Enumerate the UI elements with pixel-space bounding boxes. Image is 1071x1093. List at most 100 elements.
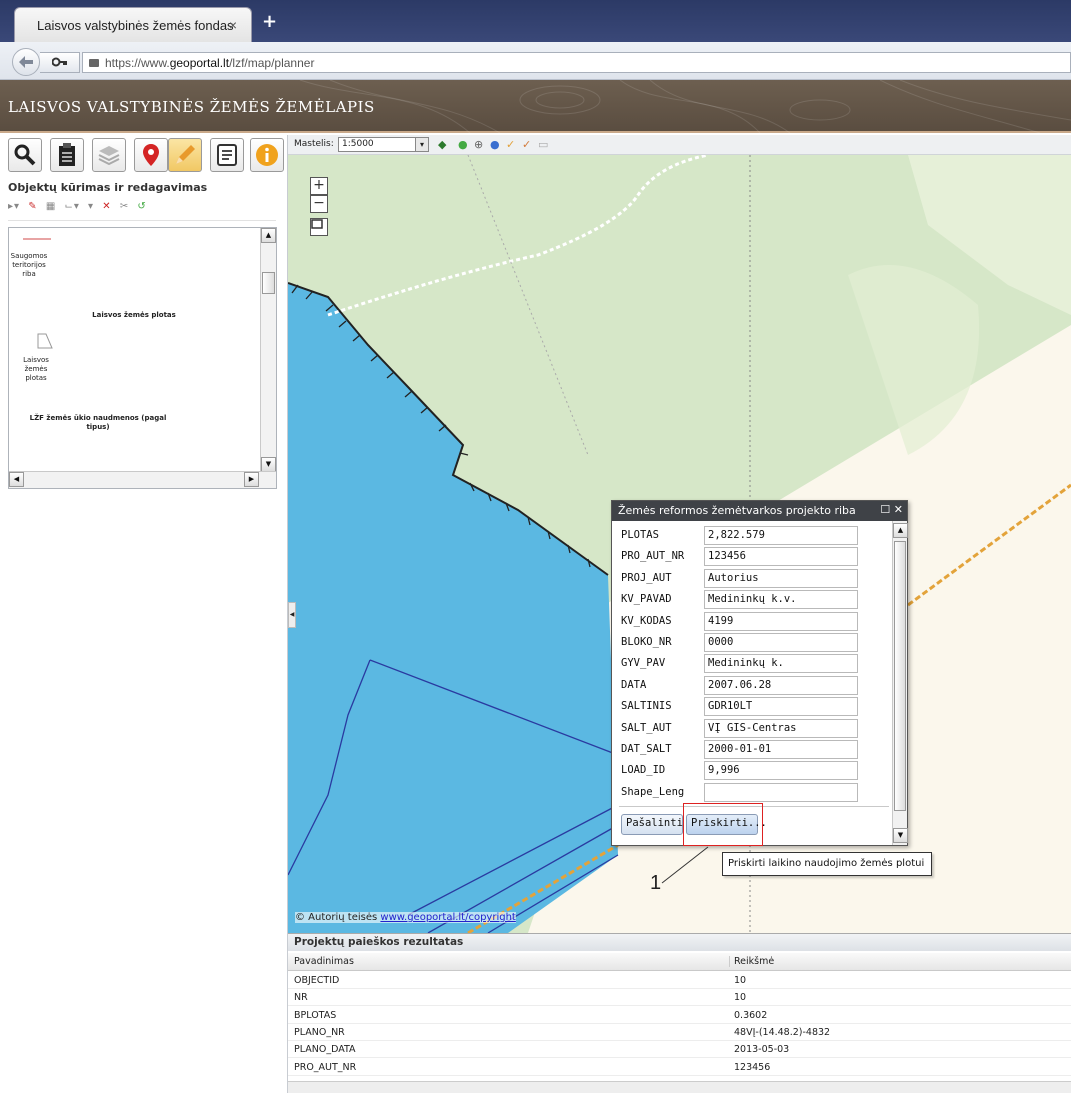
edit-tool-button[interactable] [168, 138, 202, 172]
identify-icon[interactable]: ● [490, 138, 500, 151]
pan-icon[interactable]: ⊕ [474, 138, 483, 151]
results-scrollbar[interactable] [288, 1081, 1071, 1093]
table-row[interactable]: PLANO_NR 48VĮ-(14.48.2)-4832 [288, 1024, 1071, 1041]
popup-scrollbar[interactable]: ▲ ▼ [892, 521, 908, 845]
close-tab-icon[interactable]: × [229, 17, 237, 33]
split-icon[interactable]: ✂ [120, 201, 129, 212]
table-row[interactable]: BPLOTAS 0.3602 [288, 1007, 1071, 1024]
map-tool-green-icon[interactable]: ◆ [438, 138, 446, 151]
field-value-input[interactable]: Medininkų k.v. [704, 590, 858, 610]
legend-scroll-thumb[interactable] [262, 272, 275, 294]
field-value-input[interactable]: 2000-01-01 [704, 740, 858, 759]
field-label: PRO_AUT_NR [621, 550, 685, 563]
full-extent-button[interactable] [310, 218, 328, 236]
popup-title-bar: Žemės reformos žemėtvarkos projekto riba… [612, 501, 907, 521]
field-label: KV_PAVAD [621, 593, 672, 606]
line-icon[interactable]: ⌙▾ [64, 201, 79, 212]
popup-title: Žemės reformos žemėtvarkos projekto riba [618, 504, 856, 517]
remove-button[interactable]: Pašalinti [621, 814, 683, 835]
close-icon[interactable]: ✕ [894, 503, 903, 516]
table-row[interactable]: OBJECTID 10 [288, 972, 1071, 989]
table-row[interactable]: NR 10 [288, 989, 1071, 1007]
zoom-in-button[interactable]: + [310, 177, 328, 195]
scroll-left-button[interactable]: ◀ [9, 472, 24, 487]
delete-icon[interactable]: ✕ [102, 201, 111, 212]
new-tab-button[interactable]: + [262, 11, 277, 32]
cell-name: PLANO_NR [294, 1026, 345, 1038]
dropdown-icon[interactable]: ▾ [88, 201, 94, 212]
popup-controls: ☐ ✕ [877, 503, 903, 516]
app-title: LAISVOS VALSTYBINĖS ŽEMĖS ŽEMĖLAPIS [8, 98, 375, 116]
cell-name: PRO_AUT_NR [294, 1061, 357, 1073]
address-bar[interactable]: https://www.geoportal.lt/lzf/map/planner [82, 52, 1071, 73]
field-value-input[interactable]: VĮ GIS-Centras [704, 718, 858, 738]
scroll-down-button[interactable]: ▼ [261, 457, 276, 472]
browser-tab[interactable]: Laisvos valstybinės žemės fondas × [14, 7, 252, 42]
url-domain: geoportal.lt [169, 56, 230, 70]
field-value-input[interactable]: Autorius [704, 568, 858, 588]
tab-title: Laisvos valstybinės žemės fondas [37, 18, 234, 33]
cell-value: 48VĮ-(14.48.2)-4832 [734, 1026, 831, 1038]
chevron-down-icon[interactable]: ▾ [415, 137, 429, 152]
maximize-icon[interactable]: ☐ [880, 503, 890, 516]
draw-icon[interactable]: ✎ [28, 201, 37, 212]
field-label: GYV_PAV [621, 657, 666, 670]
field-value-input[interactable]: 0000 [704, 633, 858, 652]
print-icon[interactable]: ▭ [538, 138, 548, 151]
legend-item-protected-area: Saugomos teritorijos riba [10, 252, 48, 278]
field-value-input[interactable]: GDR10LT [704, 697, 858, 717]
url-path: /lzf/map/planner [229, 56, 315, 70]
column-header-name[interactable]: Pavadinimas [294, 956, 354, 967]
column-header-value[interactable]: Reikšmė [729, 956, 774, 967]
legend-header-farmland: LŽF žemės ūkio naudmenos (pagal tipus) [29, 414, 167, 431]
lock-icon [89, 59, 99, 67]
popup-scroll-down-button[interactable]: ▼ [893, 828, 908, 843]
cell-value: 0.3602 [734, 1009, 768, 1021]
popup-scroll-thumb[interactable] [894, 541, 906, 811]
scroll-up-button[interactable]: ▲ [261, 228, 276, 243]
search-tool-button[interactable] [8, 138, 42, 172]
layers-tool-button[interactable] [92, 138, 126, 172]
measure-line-icon[interactable]: ✓ [506, 138, 515, 151]
clipboard-tool-button[interactable] [50, 138, 84, 172]
form-tool-button[interactable] [210, 138, 244, 172]
field-label: LOAD_ID [621, 764, 666, 777]
back-button[interactable] [12, 48, 40, 76]
copyright-link[interactable]: www.geoportal.lt/copyright [380, 912, 515, 923]
section-title: Objektų kūrimas ir redagavimas [8, 181, 208, 194]
table-row[interactable]: PRO_AUT_NR 123456 [288, 1059, 1071, 1076]
info-tool-button[interactable] [250, 138, 284, 172]
legend-item-free-land: Laisvos žemės plotas [23, 356, 49, 382]
browser-tab-bar: Laisvos valstybinės žemės fondas × + [0, 0, 1071, 42]
table-row[interactable]: PLANO_DATA 2013-05-03 [288, 1041, 1071, 1059]
collapse-panel-handle[interactable]: ◀ [288, 602, 296, 628]
popup-scroll-up-button[interactable]: ▲ [893, 523, 908, 538]
polygon-symbol [37, 333, 53, 349]
popup-field-row: DATA 2007.06.28 [612, 674, 892, 696]
field-value-input[interactable]: 9,996 [704, 761, 858, 781]
scale-select[interactable]: 1:5000 [338, 137, 422, 152]
site-identity-icon[interactable] [40, 52, 80, 73]
clipboard-icon [59, 143, 75, 166]
measure-area-icon[interactable]: ✓ [522, 138, 531, 151]
field-value-input[interactable]: 123456 [704, 547, 858, 567]
select-arrow-icon[interactable]: ▸▾ [8, 201, 20, 212]
popup-field-row: PLOTAS 2,822.579 [612, 524, 892, 546]
field-value-input[interactable]: 2007.06.28 [704, 675, 858, 695]
scroll-right-button[interactable]: ▶ [244, 472, 259, 487]
field-value-input[interactable]: 4199 [704, 611, 858, 631]
popup-field-row: SALT_AUT VĮ GIS-Centras [612, 717, 892, 739]
field-value-input[interactable] [704, 782, 858, 802]
location-tool-button[interactable] [134, 138, 168, 172]
map-toolbar: Mastelis: 1:5000 ▾ ◆ ● ⊕ ● ✓ ✓ ▭ [288, 135, 1071, 155]
undo-icon[interactable]: ↺ [137, 201, 146, 212]
zoom-out-button[interactable]: − [310, 195, 328, 213]
edit-shape-icon[interactable]: ▦ [46, 201, 56, 212]
legend-horizontal-scrollbar[interactable]: ◀ ▶ [9, 471, 276, 488]
cell-value: 123456 [734, 1061, 771, 1073]
url-prefix: https://www. [105, 56, 170, 70]
legend-vertical-scrollbar[interactable]: ▲ ▼ [260, 228, 276, 473]
map-tool-dot-icon[interactable]: ● [458, 138, 468, 151]
field-value-input[interactable]: 2,822.579 [704, 526, 858, 545]
field-value-input[interactable]: Medininkų k. [704, 654, 858, 674]
